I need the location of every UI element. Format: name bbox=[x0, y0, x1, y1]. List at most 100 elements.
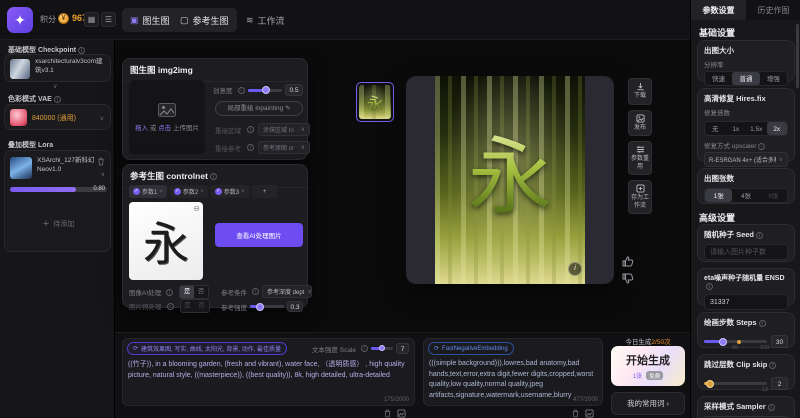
positive-prompt-input[interactable]: ((竹子)), in a blooming garden, (fresh and… bbox=[128, 360, 411, 398]
reference-strength-slider[interactable] bbox=[250, 305, 284, 308]
chevron-down-icon[interactable]: ∨ bbox=[101, 171, 105, 178]
denoise-value[interactable]: 0.5 bbox=[285, 84, 303, 96]
tab-img2img-label: 图生图 bbox=[143, 14, 170, 27]
reference-strength-value[interactable]: 0.3 bbox=[287, 301, 303, 312]
generated-image[interactable]: 永 bbox=[435, 76, 585, 284]
inpainting-button[interactable]: 局部重绘 inpainting ✎ bbox=[215, 101, 303, 116]
tab-history[interactable]: 历史作图 bbox=[746, 0, 800, 20]
refresh-icon[interactable]: ⟳ bbox=[434, 345, 439, 352]
generate-button-label: 开始生成 bbox=[626, 352, 670, 368]
info-icon[interactable]: i bbox=[756, 232, 763, 239]
redraw-reference-label: 重绘参考 bbox=[215, 143, 241, 153]
batch-1[interactable]: 1张 bbox=[705, 189, 732, 202]
thumbs-down-icon[interactable] bbox=[622, 273, 634, 284]
image-info-icon[interactable]: i bbox=[568, 262, 582, 276]
remove-image-icon[interactable]: ⊖ bbox=[193, 204, 200, 213]
vae-card[interactable]: 840000 (通用) ∨ bbox=[4, 104, 111, 130]
trash-icon[interactable] bbox=[571, 409, 580, 418]
info-icon[interactable]: i bbox=[361, 345, 368, 352]
view-ai-image-button[interactable]: 查看AI处理图片 bbox=[215, 223, 303, 247]
batch-4[interactable]: 4张 bbox=[732, 189, 759, 202]
info-icon[interactable]: i bbox=[166, 289, 173, 296]
result-thumbnail[interactable]: 永 bbox=[356, 82, 394, 122]
hires-2x[interactable]: 2x bbox=[767, 122, 788, 135]
close-icon[interactable]: × bbox=[159, 189, 163, 195]
chevron-down-icon[interactable]: ∨ bbox=[100, 115, 104, 122]
controlnet-reference-image[interactable]: 永 ⊖ bbox=[129, 202, 203, 280]
info-icon[interactable]: i bbox=[252, 288, 259, 295]
seed-input[interactable] bbox=[704, 244, 788, 260]
toggle-no[interactable]: 否 bbox=[194, 286, 208, 298]
image-upload-dropzone[interactable]: 拖入 或 点击 上传图片 bbox=[129, 80, 205, 154]
menu-icon[interactable]: ☰ bbox=[101, 12, 116, 27]
publish-button[interactable]: 发布 bbox=[628, 110, 652, 137]
info-icon[interactable]: i bbox=[247, 144, 254, 151]
redraw-region-select[interactable]: 涂抹区域 In∨ bbox=[258, 123, 310, 136]
checkpoint-card[interactable]: xsarchitecturalv3com建筑v3.1 bbox=[4, 54, 111, 82]
ensd-input[interactable] bbox=[704, 294, 788, 310]
copy-image-icon[interactable] bbox=[397, 409, 406, 418]
lora-add-button[interactable]: + 待添加 bbox=[10, 201, 107, 247]
app-logo-icon[interactable]: ✦ bbox=[7, 7, 33, 33]
chevron-down-icon[interactable]: ∨ bbox=[53, 83, 57, 90]
scrollbar[interactable] bbox=[796, 24, 799, 88]
info-icon[interactable]: i bbox=[247, 126, 254, 133]
favorite-prompts-button[interactable]: 我的常用词 › bbox=[611, 392, 685, 415]
resolution-enhanced[interactable]: 增强 bbox=[760, 72, 787, 85]
negative-embedding-chip[interactable]: ⟳ FastNegativeEmbedding bbox=[428, 342, 514, 355]
controlnet-tab-3[interactable]: ✓ 参数3 × bbox=[211, 185, 249, 198]
info-icon[interactable]: i bbox=[759, 320, 766, 327]
denoise-slider[interactable] bbox=[248, 89, 283, 92]
trash-icon[interactable] bbox=[383, 409, 392, 418]
lora-weight-slider[interactable]: 0.80 bbox=[10, 187, 107, 192]
tab-img2img[interactable]: ▣ 图生图 bbox=[122, 8, 178, 32]
upscaler-select[interactable]: R-ESRGAN 4x+ (适合多种风 ∨ bbox=[704, 152, 788, 167]
download-button[interactable]: 下载 bbox=[628, 78, 652, 105]
close-icon[interactable]: × bbox=[241, 189, 245, 195]
info-icon[interactable]: i bbox=[706, 283, 713, 290]
info-icon[interactable]: i bbox=[210, 173, 217, 180]
tab-reference[interactable]: ▢ 参考生图 bbox=[172, 8, 237, 32]
clip-skip-value[interactable]: 2 bbox=[771, 377, 788, 390]
reference-condition-select[interactable]: 参考深度 dept∨ bbox=[262, 285, 312, 298]
info-icon[interactable]: i bbox=[78, 47, 85, 54]
redraw-reference-select[interactable]: 参考原图 or∨ bbox=[258, 141, 310, 154]
info-icon[interactable]: i bbox=[238, 87, 245, 94]
hires-1x[interactable]: 1x bbox=[726, 122, 747, 135]
coin-icon: ¥ bbox=[58, 13, 69, 24]
scale-value[interactable]: 7 bbox=[396, 343, 409, 354]
controlnet-tab-2[interactable]: ✓ 参数2 × bbox=[170, 185, 208, 198]
tab-parameters[interactable]: 参数设置 bbox=[691, 0, 746, 20]
negative-prompt-input[interactable]: (((simple background))),lowres,bad anato… bbox=[429, 359, 599, 401]
controlnet-add-tab[interactable]: + bbox=[252, 185, 278, 198]
negative-embedding-label: FastNegativeEmbedding bbox=[442, 346, 508, 352]
preview-card: 永 i bbox=[406, 76, 614, 284]
generate-button[interactable]: 开始生成 1张 免费 bbox=[611, 346, 685, 386]
info-icon[interactable]: i bbox=[167, 303, 174, 310]
thumbs-up-icon[interactable] bbox=[622, 256, 634, 267]
resolution-normal[interactable]: 普通 bbox=[732, 72, 759, 85]
grid-view-icon[interactable]: ▦ bbox=[84, 12, 99, 27]
trash-icon[interactable] bbox=[97, 157, 105, 166]
save-workflow-button[interactable]: 存为工作流 bbox=[628, 180, 652, 214]
steps-slider[interactable] bbox=[704, 340, 767, 343]
ai-process-toggle[interactable]: 是 否 bbox=[179, 285, 209, 299]
info-icon[interactable]: i bbox=[768, 404, 775, 411]
tab-workflow[interactable]: ≋ 工作流 bbox=[238, 8, 293, 32]
scale-slider[interactable] bbox=[371, 347, 393, 350]
info-icon[interactable]: i bbox=[769, 362, 776, 369]
hires-none[interactable]: 无 bbox=[705, 122, 726, 135]
close-icon[interactable]: × bbox=[200, 189, 204, 195]
copy-image-icon[interactable] bbox=[585, 409, 594, 418]
resolution-fast[interactable]: 快速 bbox=[705, 72, 732, 85]
refresh-icon[interactable]: ⟳ bbox=[133, 345, 138, 352]
info-icon[interactable]: i bbox=[758, 143, 765, 150]
clip-skip-slider[interactable] bbox=[704, 382, 767, 385]
controlnet-tab-1[interactable]: ✓ 参数1 × bbox=[129, 185, 167, 198]
toggle-yes[interactable]: 是 bbox=[180, 286, 194, 298]
info-icon[interactable]: i bbox=[54, 96, 61, 103]
hires-15x[interactable]: 1.5x bbox=[746, 122, 767, 135]
steps-value[interactable]: 30 bbox=[771, 335, 788, 348]
reuse-params-button[interactable]: 参数重用 bbox=[628, 141, 652, 175]
tag-suggestions-pill[interactable]: ⟳ 建筑效果图, 写实, 曲线, 太阳光, 背景, 动作, 最佳质量 bbox=[127, 342, 287, 355]
